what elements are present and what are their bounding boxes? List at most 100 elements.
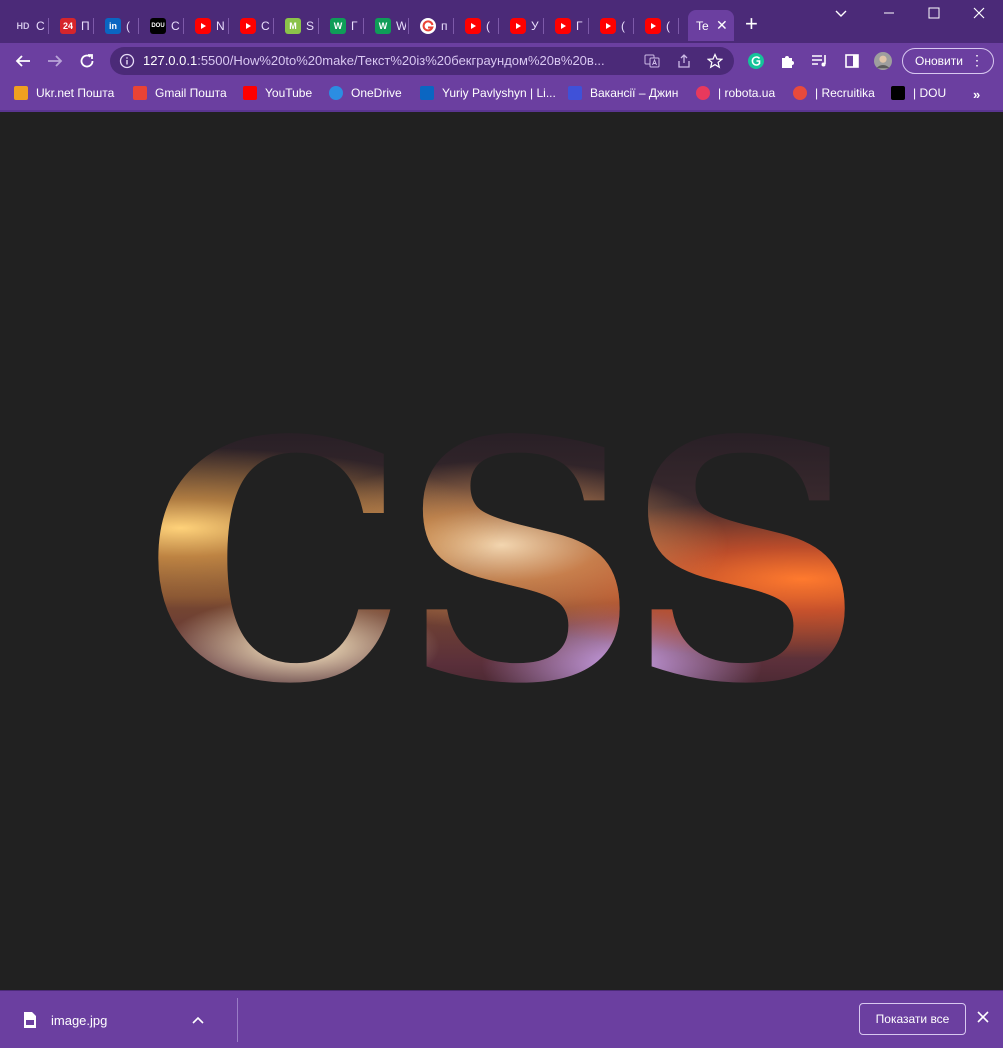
bookmark-label: OneDrive — [351, 86, 402, 100]
tab-title: ( — [486, 18, 490, 33]
youtube-icon — [195, 17, 211, 34]
page-viewport: CSS — [0, 112, 1003, 990]
tab-7[interactable]: WГ — [320, 10, 364, 41]
tab-separator — [633, 18, 634, 34]
youtube-icon — [240, 17, 256, 34]
tab-separator — [228, 18, 229, 34]
tab-14[interactable]: ( — [635, 10, 679, 41]
close-window-button[interactable] — [973, 6, 985, 22]
youtube-icon — [465, 17, 481, 34]
url-path: :5500/How%20to%20make/Текст%20із%20бекгр… — [197, 53, 605, 68]
share-icon[interactable] — [676, 53, 692, 69]
tab-separator — [453, 18, 454, 34]
tab-title: N — [216, 18, 225, 33]
extensions-puzzle-icon[interactable] — [779, 52, 797, 70]
forward-button[interactable] — [43, 49, 67, 73]
side-panel-icon[interactable] — [843, 52, 861, 70]
tab-title: C — [261, 18, 270, 33]
tab-favicon: M — [285, 17, 301, 34]
browser-toolbar: 127.0.0.1:5500/How%20to%20make/Текст%20і… — [0, 43, 1003, 79]
tab-separator — [678, 18, 679, 34]
bookmark-star-icon[interactable] — [706, 53, 724, 69]
show-all-downloads-button[interactable]: Показати все — [859, 1003, 966, 1035]
tab-title: ( — [126, 18, 130, 33]
tab-2[interactable]: in ( — [95, 10, 139, 41]
tab-1[interactable]: 24 П — [50, 10, 94, 41]
chevron-up-icon[interactable] — [192, 1013, 204, 1031]
tab-10[interactable]: ( — [455, 10, 499, 41]
tab-4[interactable]: N — [185, 10, 229, 41]
tab-title: П — [81, 18, 90, 33]
media-control-icon[interactable] — [811, 52, 829, 70]
bookmark-item[interactable]: | robota.ua — [696, 86, 775, 100]
tab-11[interactable]: У — [500, 10, 544, 41]
tab-8[interactable]: WW — [365, 10, 409, 41]
tab-separator — [318, 18, 319, 34]
bookmark-label: | Recruitika — [815, 86, 875, 100]
page-headline: CSS — [0, 392, 1003, 732]
ukrnet-icon — [14, 86, 28, 100]
tab-0[interactable]: HD C — [5, 10, 49, 41]
tab-active[interactable]: Te ✕ — [688, 10, 734, 41]
bookmark-item[interactable]: Ukr.net Пошта — [14, 86, 114, 100]
tab-favicon: HD — [15, 17, 31, 34]
tab-6[interactable]: MS — [275, 10, 319, 41]
bookmark-item[interactable]: YouTube — [243, 86, 312, 100]
more-bookmarks-icon[interactable]: » — [973, 87, 980, 102]
bookmark-label: | robota.ua — [718, 86, 776, 100]
bookmark-item[interactable]: | DOU — [891, 86, 946, 100]
bookmark-label: Gmail Пошта — [155, 86, 227, 100]
tab-3[interactable]: DOU C — [140, 10, 184, 41]
tab-favicon: W — [375, 17, 391, 34]
reload-button[interactable] — [75, 49, 99, 73]
bookmark-item[interactable]: OneDrive — [329, 86, 402, 100]
tab-separator — [138, 18, 139, 34]
bookmark-label: Ukr.net Пошта — [36, 86, 115, 100]
site-info-icon[interactable] — [119, 53, 135, 74]
file-icon — [24, 1012, 36, 1028]
tab-title: ( — [666, 18, 670, 33]
profile-avatar[interactable] — [874, 52, 892, 70]
bookmark-item[interactable]: Gmail Пошта — [133, 86, 227, 100]
tab-title: Г — [576, 18, 583, 33]
tab-title: п — [441, 18, 448, 33]
tab-separator — [48, 18, 49, 34]
youtube-icon — [555, 17, 571, 34]
tab-title: C — [36, 18, 45, 33]
tab-title: C — [171, 18, 180, 33]
tab-title: Г — [351, 18, 358, 33]
tab-search-chevron-icon[interactable] — [835, 6, 847, 22]
bookmark-item[interactable]: Yuriy Pavlyshyn | Li... — [420, 86, 556, 100]
tab-9[interactable]: п — [410, 10, 454, 41]
close-shelf-icon[interactable] — [976, 1010, 990, 1029]
bookmark-item[interactable]: Вакансії – Джин — [568, 86, 678, 100]
maximize-button[interactable] — [928, 6, 940, 22]
new-tab-button[interactable]: + — [745, 13, 758, 35]
translate-icon[interactable] — [644, 53, 660, 69]
tab-title: W — [396, 18, 406, 33]
tab-12[interactable]: Г — [545, 10, 589, 41]
tab-separator — [93, 18, 94, 34]
bookmark-item[interactable]: | Recruitika — [793, 86, 875, 100]
tab-title: ( — [621, 18, 625, 33]
url-text[interactable]: 127.0.0.1:5500/How%20to%20make/Текст%20і… — [143, 53, 643, 68]
youtube-icon — [510, 17, 526, 34]
update-button[interactable]: Оновити ⋮ — [902, 48, 994, 74]
grammarly-extension-icon[interactable] — [747, 52, 765, 70]
menu-dots-icon[interactable]: ⋮ — [970, 52, 984, 69]
google-icon — [420, 17, 436, 34]
youtube-icon — [243, 86, 257, 100]
tab-separator — [183, 18, 184, 34]
bookmark-label: | DOU — [913, 86, 947, 100]
tab-5[interactable]: C — [230, 10, 274, 41]
download-file-name: image.jpg — [51, 1012, 108, 1028]
minimize-button[interactable] — [883, 6, 895, 22]
back-button[interactable] — [11, 49, 35, 73]
address-bar[interactable]: 127.0.0.1:5500/How%20to%20make/Текст%20і… — [110, 47, 734, 75]
djinni-icon — [568, 86, 582, 100]
tab-separator — [543, 18, 544, 34]
tab-close-icon[interactable]: ✕ — [716, 17, 728, 34]
tab-separator — [498, 18, 499, 34]
tab-13[interactable]: ( — [590, 10, 634, 41]
tab-favicon: W — [330, 17, 346, 34]
